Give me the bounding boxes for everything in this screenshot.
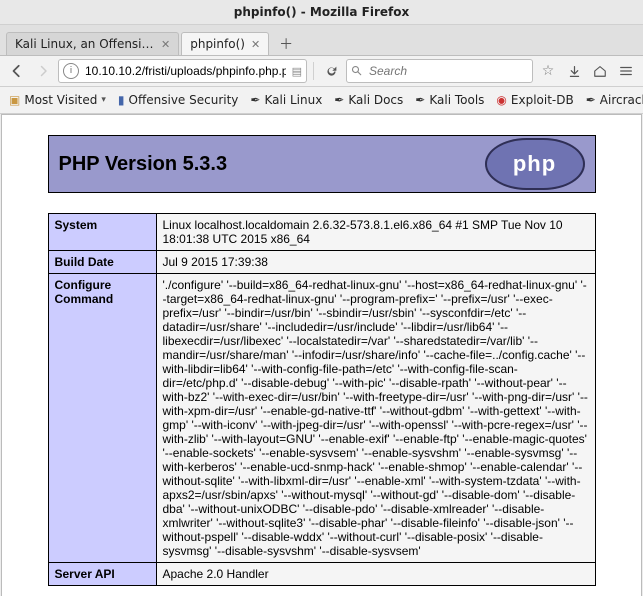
arrow-right-icon <box>37 65 49 77</box>
bookmark-kali-tools[interactable]: ✒ Kali Tools <box>410 91 489 109</box>
nav-bar: i ▤ ☆ <box>0 56 643 87</box>
home-icon <box>593 64 607 78</box>
site-icon: ◉ <box>496 94 506 106</box>
page-viewport[interactable]: PHP Version 5.3.3 php System Linux local… <box>1 114 642 596</box>
tab-phpinfo[interactable]: phpinfo() ✕ <box>181 32 269 55</box>
row-value: Apache 2.0 Handler <box>156 563 595 586</box>
search-icon <box>351 65 363 77</box>
back-button[interactable] <box>6 60 28 82</box>
tab-label: phpinfo() <box>190 37 245 51</box>
downloads-button[interactable] <box>563 60 585 82</box>
folder-icon: ▣ <box>9 94 20 106</box>
bookmark-aircrack[interactable]: ✒ Aircrack <box>581 91 643 109</box>
row-value: './configure' '--build=x86_64-redhat-lin… <box>156 274 595 563</box>
row-value: Linux localhost.localdomain 2.6.32-573.8… <box>156 214 595 251</box>
row-name: Build Date <box>48 251 156 274</box>
row-value: Jul 9 2015 17:39:38 <box>156 251 595 274</box>
forward-button[interactable] <box>32 60 54 82</box>
site-icon: ✒ <box>415 94 425 106</box>
site-icon: ▮ <box>118 94 125 106</box>
new-tab-button[interactable]: ＋ <box>275 33 297 55</box>
arrow-left-icon <box>10 64 24 78</box>
separator <box>313 62 314 80</box>
bookmark-label: Offensive Security <box>129 93 239 107</box>
search-input[interactable] <box>367 63 528 79</box>
php-version-banner: PHP Version 5.3.3 php <box>48 135 596 193</box>
row-name: Configure Command <box>48 274 156 563</box>
tab-bar: Kali Linux, an Offensive S… ✕ phpinfo() … <box>0 25 643 56</box>
site-icon: ✒ <box>334 94 344 106</box>
url-bar[interactable]: i ▤ <box>58 59 307 83</box>
search-bar[interactable] <box>346 59 533 83</box>
php-logo-text: php <box>513 151 556 177</box>
php-logo: php <box>485 138 585 190</box>
table-row: Server API Apache 2.0 Handler <box>48 563 595 586</box>
home-button[interactable] <box>589 60 611 82</box>
bookmark-offensive-security[interactable]: ▮ Offensive Security <box>113 91 243 109</box>
window-titlebar: phpinfo() - Mozilla Firefox <box>0 0 643 25</box>
hamburger-icon <box>619 64 633 78</box>
bookmark-label: Kali Tools <box>429 93 484 107</box>
close-icon[interactable]: ✕ <box>251 38 260 51</box>
reload-button[interactable] <box>320 60 342 82</box>
tab-label: Kali Linux, an Offensive S… <box>15 37 155 51</box>
site-icon: ✒ <box>250 94 260 106</box>
bookmarks-toolbar: ▣ Most Visited ▾ ▮ Offensive Security ✒ … <box>0 87 643 114</box>
star-icon: ☆ <box>542 63 555 79</box>
bookmark-kali-docs[interactable]: ✒ Kali Docs <box>329 91 408 109</box>
url-input[interactable] <box>83 63 288 79</box>
most-visited-menu[interactable]: ▣ Most Visited ▾ <box>4 91 111 109</box>
bookmark-label: Kali Linux <box>264 93 322 107</box>
site-icon: ✒ <box>586 94 596 106</box>
php-version-title: PHP Version 5.3.3 <box>59 153 485 176</box>
menu-button[interactable] <box>615 60 637 82</box>
bookmark-label: Exploit-DB <box>511 93 574 107</box>
reader-mode-icon[interactable]: ▤ <box>292 65 302 78</box>
bookmark-label: Aircrack <box>600 93 643 107</box>
chevron-down-icon: ▾ <box>101 95 106 105</box>
page-content: PHP Version 5.3.3 php System Linux local… <box>48 135 596 586</box>
download-icon <box>568 65 581 78</box>
info-icon[interactable]: i <box>63 63 79 79</box>
table-row: System Linux localhost.localdomain 2.6.3… <box>48 214 595 251</box>
bookmark-label: Kali Docs <box>348 93 403 107</box>
row-name: System <box>48 214 156 251</box>
bookmark-exploit-db[interactable]: ◉ Exploit-DB <box>491 91 578 109</box>
bookmark-star-button[interactable]: ☆ <box>537 60 559 82</box>
table-row: Configure Command './configure' '--build… <box>48 274 595 563</box>
phpinfo-table: System Linux localhost.localdomain 2.6.3… <box>48 213 596 586</box>
close-icon[interactable]: ✕ <box>161 38 170 51</box>
window-title: phpinfo() - Mozilla Firefox <box>234 5 410 19</box>
most-visited-label: Most Visited <box>24 93 97 107</box>
table-row: Build Date Jul 9 2015 17:39:38 <box>48 251 595 274</box>
reload-icon <box>325 65 338 78</box>
row-name: Server API <box>48 563 156 586</box>
tab-kali-linux[interactable]: Kali Linux, an Offensive S… ✕ <box>6 32 179 55</box>
bookmark-kali-linux[interactable]: ✒ Kali Linux <box>245 91 327 109</box>
